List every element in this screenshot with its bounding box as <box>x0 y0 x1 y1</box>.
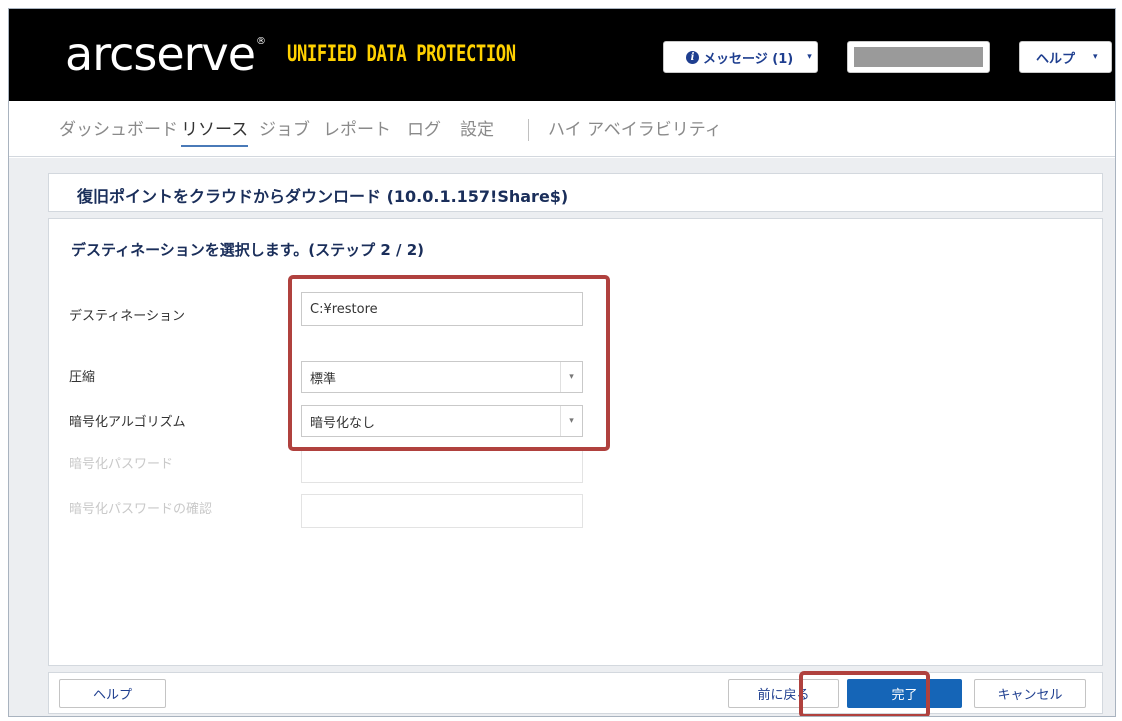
encryption-password-confirm-input[interactable] <box>301 494 583 528</box>
nav-dashboard[interactable]: ダッシュボード <box>59 119 178 141</box>
compression-label: 圧縮 <box>69 370 96 385</box>
main-content: 復旧ポイントをクラウドからダウンロード (10.0.1.157!Share$) … <box>9 158 1115 716</box>
destination-label: デスティネーション <box>69 309 185 324</box>
app-window: arcserve ® UNIFIED DATA PROTECTION i メッセ… <box>8 8 1116 717</box>
help-menu-label: ヘルプ <box>1036 51 1076 67</box>
arcserve-logo: arcserve <box>65 27 256 81</box>
nav-settings[interactable]: 設定 <box>460 119 494 141</box>
chevron-down-icon: ▾ <box>1093 52 1098 62</box>
top-header: arcserve ® UNIFIED DATA PROTECTION i メッセ… <box>9 9 1115 101</box>
nav-resources[interactable]: リソース <box>181 119 249 147</box>
finish-button[interactable]: 完了 <box>847 679 962 708</box>
nav-reports[interactable]: レポート <box>323 119 391 141</box>
encryption-algorithm-value: 暗号化なし <box>310 415 376 431</box>
registered-mark: ® <box>256 36 266 47</box>
wizard-title: 復旧ポイントをクラウドからダウンロード (10.0.1.157!Share$) <box>77 187 569 206</box>
nav-divider <box>528 119 529 141</box>
step-heading: デスティネーションを選択します。(ステップ 2 / 2) <box>71 241 425 259</box>
encryption-algorithm-select[interactable]: 暗号化なし ▾ <box>301 405 583 437</box>
encryption-password-label: 暗号化パスワード <box>69 457 174 472</box>
back-button[interactable]: 前に戻る <box>728 679 839 708</box>
product-name: UNIFIED DATA PROTECTION <box>287 42 516 67</box>
chevron-down-icon: ▾ <box>560 406 582 436</box>
main-nav: ダッシュボード リソース ジョブ レポート ログ 設定 ハイ アベイラビリティ <box>9 101 1115 157</box>
help-menu-button[interactable]: ヘルプ ▾ <box>1019 41 1112 73</box>
compression-select[interactable]: 標準 ▾ <box>301 361 583 393</box>
nav-logs[interactable]: ログ <box>407 119 441 141</box>
nav-jobs[interactable]: ジョブ <box>259 119 310 141</box>
encryption-password-input[interactable] <box>301 449 583 483</box>
messages-button[interactable]: i メッセージ (1) ▾ <box>663 41 818 73</box>
chevron-down-icon: ▾ <box>807 52 812 62</box>
cancel-button[interactable]: キャンセル <box>974 679 1086 708</box>
chevron-down-icon: ▾ <box>560 362 582 392</box>
nav-high-availability[interactable]: ハイ アベイラビリティ <box>548 119 722 141</box>
encryption-password-confirm-label: 暗号化パスワードの確認 <box>69 502 213 517</box>
user-menu-button[interactable] <box>847 41 990 73</box>
wizard-footer: ヘルプ 前に戻る 完了 キャンセル <box>48 672 1103 714</box>
info-icon: i <box>686 50 699 64</box>
messages-label: メッセージ (1) <box>703 51 794 67</box>
help-button[interactable]: ヘルプ <box>59 679 166 708</box>
redacted-username <box>854 47 983 67</box>
encryption-algorithm-label: 暗号化アルゴリズム <box>69 415 186 430</box>
wizard-step-panel: デスティネーションを選択します。(ステップ 2 / 2) デスティネーション 圧… <box>48 218 1103 666</box>
wizard-title-panel: 復旧ポイントをクラウドからダウンロード (10.0.1.157!Share$) <box>48 173 1103 212</box>
compression-value: 標準 <box>310 371 337 387</box>
destination-input[interactable] <box>301 292 583 326</box>
